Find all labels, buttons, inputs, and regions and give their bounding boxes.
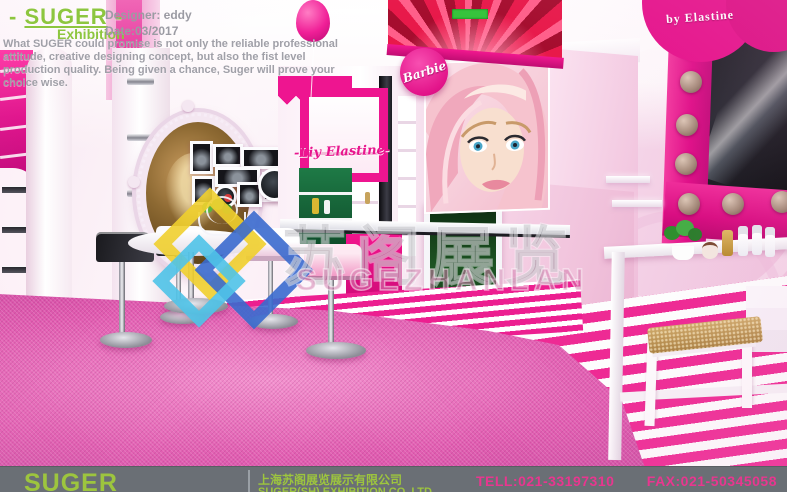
- poster-green-label: [452, 9, 488, 19]
- wall-shelf: [606, 176, 650, 183]
- cosmetic-jar: [702, 242, 718, 259]
- stool-base: [100, 332, 152, 348]
- plant-leaves: [688, 228, 702, 241]
- cosmetic-bottle: [365, 192, 370, 204]
- cosmetic-bottle: [765, 227, 775, 257]
- plant-pot: [672, 246, 694, 260]
- gallery-photo-frame: [190, 141, 213, 174]
- barbie-logo-disc: Barbie: [400, 48, 448, 96]
- light-bulb: [678, 193, 700, 215]
- contact-info: TELL:021-33197310 FAX:021-50345058: [476, 473, 777, 489]
- company-name-english: SUGER(SH) EXHIBITION CO.,LTD: [258, 486, 432, 492]
- fax-number: FAX:021-50345058: [647, 473, 777, 489]
- wall-shelf: [612, 200, 662, 207]
- footer-logo: SUGER: [24, 469, 118, 492]
- date-label: Date:03/2017: [105, 24, 178, 38]
- pink-balloon: [296, 0, 330, 42]
- light-bulb: [676, 114, 698, 136]
- brand-dash: -: [9, 4, 17, 29]
- bar-table: [128, 230, 260, 256]
- cosmetic-bottle: [738, 226, 748, 256]
- cosmetic-bottle: [312, 198, 319, 214]
- gallery-photo-frame: [213, 144, 243, 167]
- light-bulb: [680, 71, 702, 93]
- stool-pole: [119, 260, 125, 336]
- cosmetic-bottle: [324, 200, 330, 214]
- cosmetic-bottle: [752, 225, 762, 255]
- light-bulb: [675, 153, 697, 175]
- company-description: What SUGER could promise is not only the…: [3, 38, 348, 90]
- table-base: [164, 298, 228, 314]
- footer-divider: [248, 470, 250, 492]
- fruit-basket: [198, 212, 246, 236]
- designer-label: Designer: eddy: [105, 8, 192, 22]
- footer-bar: SUGER 上海苏阁展览展示有限公司 SUGER(SH) EXHIBITION …: [0, 466, 787, 492]
- light-bulb: [722, 193, 744, 215]
- telephone-number: TELL:021-33197310: [476, 473, 614, 489]
- stool-pole: [268, 256, 273, 318]
- light-bulb: [771, 191, 787, 213]
- bar-stool-seat: [304, 244, 362, 280]
- barbie-logo-text: Barbie: [401, 58, 448, 85]
- stool-pole: [328, 276, 334, 344]
- gallery-photo-frame: [241, 147, 281, 169]
- frame-ornament: [182, 100, 194, 112]
- stool-base: [306, 342, 366, 359]
- stool-base: [248, 314, 298, 329]
- perfume-bottle: [722, 230, 733, 256]
- exhibition-render: -Liy Elastine-: [0, 0, 787, 492]
- frame-ornament: [128, 176, 140, 188]
